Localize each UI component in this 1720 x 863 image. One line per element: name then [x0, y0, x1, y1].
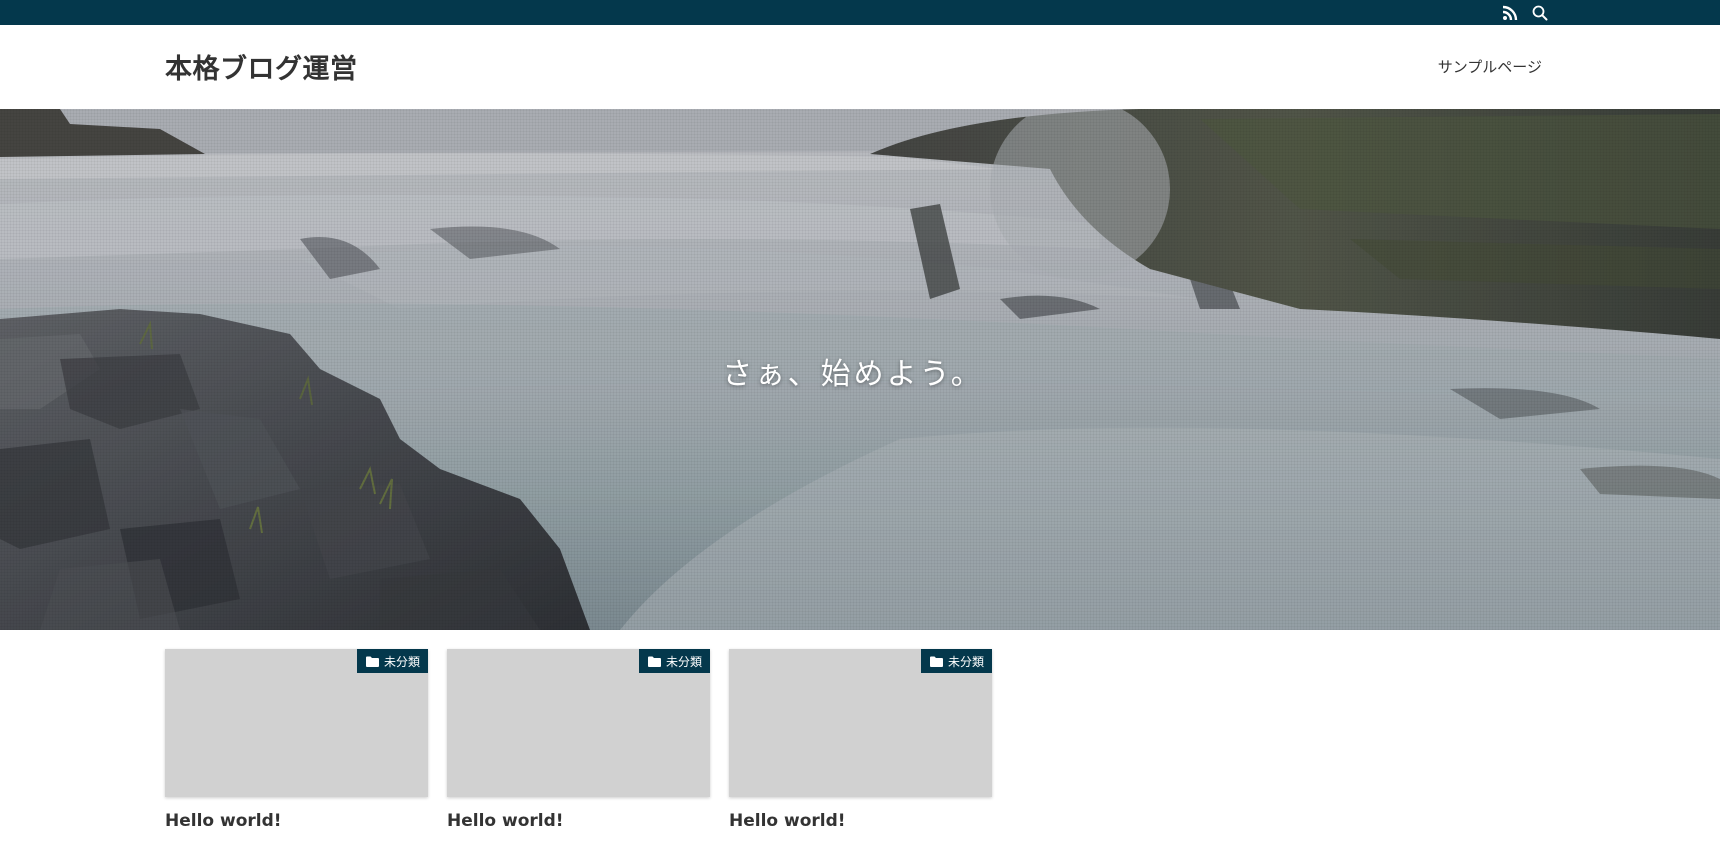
post-card[interactable]: 未分類 Hello world! [447, 649, 710, 839]
post-title[interactable]: Hello world! [729, 811, 846, 831]
category-badge: 未分類 [920, 649, 992, 673]
search-icon[interactable] [1530, 3, 1550, 23]
top-bar [0, 0, 1720, 25]
site-header: 本格ブログ運営 サンプルページ [0, 25, 1720, 109]
hero-banner: さぁ、始めよう。 [0, 109, 1720, 630]
folder-icon [929, 656, 943, 667]
rss-icon[interactable] [1500, 3, 1520, 23]
nav-item-sample-page[interactable]: サンプルページ [1438, 56, 1542, 77]
post-card[interactable]: 未分類 Hello world! [729, 649, 992, 839]
category-label: 未分類 [947, 654, 984, 669]
post-title[interactable]: Hello world! [447, 811, 564, 831]
folder-icon [365, 656, 379, 667]
folder-icon [647, 656, 661, 667]
site-title[interactable]: 本格ブログ運営 [165, 47, 358, 86]
post-list: 未分類 Hello world! 未分類 Hello world! 未分類 He… [165, 649, 1565, 849]
post-card[interactable]: 未分類 Hello world! [165, 649, 428, 839]
category-badge: 未分類 [638, 649, 710, 673]
category-label: 未分類 [665, 654, 702, 669]
category-label: 未分類 [383, 654, 420, 669]
hero-catchphrase: さぁ、始めよう。 [722, 357, 984, 392]
category-badge: 未分類 [356, 649, 428, 673]
post-title[interactable]: Hello world! [165, 811, 282, 831]
